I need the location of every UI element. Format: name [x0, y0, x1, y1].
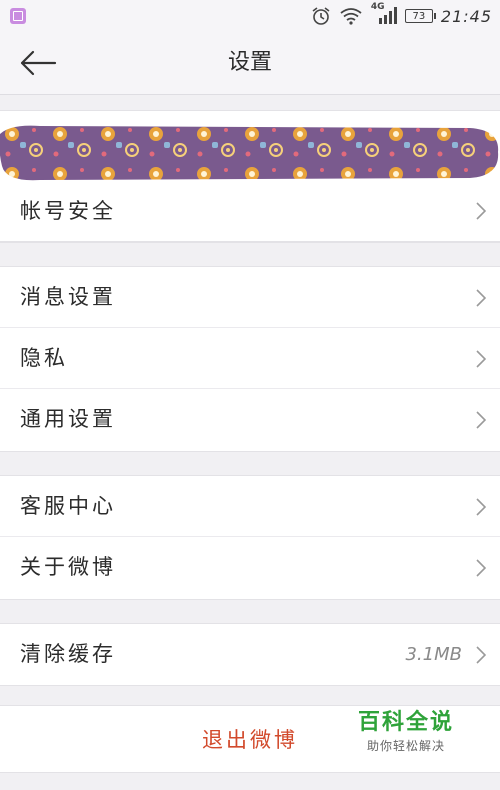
- settings-item-label: 通用设置: [20, 407, 116, 431]
- settings-item-message[interactable]: 消息设置: [0, 267, 500, 328]
- notification-group: 消息设置 隐私 通用设置: [0, 266, 500, 452]
- alarm-icon: [312, 7, 330, 25]
- cache-size: 3.1MB: [405, 644, 462, 665]
- watermark-title: 百科全说: [357, 710, 454, 735]
- chevron-right-icon: [476, 411, 486, 429]
- settings-item-label: 客服中心: [20, 494, 116, 518]
- chevron-right-icon: [476, 350, 486, 368]
- settings-item-customer-service[interactable]: 客服中心: [0, 476, 500, 537]
- back-arrow-icon: [20, 50, 57, 76]
- settings-item-label: 消息设置: [20, 285, 116, 309]
- signal-icon: [378, 7, 397, 24]
- chevron-right-icon: [476, 559, 486, 577]
- settings-item-label: 清除缓存: [20, 642, 116, 666]
- status-time: 21:45: [440, 6, 492, 26]
- header: 设置: [0, 32, 500, 95]
- settings-item-label: 隐私: [20, 346, 68, 370]
- page-title: 设置: [227, 50, 272, 75]
- logout-button[interactable]: 退出微博: [190, 720, 310, 760]
- status-icons: 4G 73 21:45: [311, 2, 492, 26]
- watermark-subtitle: 助你轻松解决: [366, 739, 445, 753]
- signal-indicator: 4G: [371, 2, 397, 26]
- status-bar: 4G 73 21:45: [0, 0, 500, 32]
- account-group-list: 帐号安全: [0, 182, 500, 242]
- settings-item-account-security[interactable]: 帐号安全: [0, 182, 500, 241]
- battery-icon: 73: [404, 9, 436, 23]
- profile-banner-image: [0, 125, 499, 181]
- support-group: 客服中心 关于微博: [0, 475, 500, 600]
- settings-item-label: 帐号安全: [20, 199, 116, 223]
- gallery-icon: [10, 8, 26, 24]
- chevron-right-icon: [476, 289, 486, 307]
- settings-item-general[interactable]: 通用设置: [0, 389, 500, 450]
- chevron-right-icon: [476, 202, 486, 220]
- settings-item-label: 关于微博: [20, 555, 116, 579]
- chevron-right-icon: [476, 498, 486, 516]
- settings-item-clear-cache[interactable]: 清除缓存 3.1MB: [0, 624, 500, 685]
- wifi-icon: [340, 8, 362, 25]
- watermark-logo: 百科全说 助你轻松解决: [344, 708, 468, 766]
- settings-item-privacy[interactable]: 隐私: [0, 328, 500, 389]
- chevron-right-icon: [476, 646, 486, 664]
- back-button[interactable]: [14, 44, 62, 82]
- cache-group: 清除缓存 3.1MB: [0, 623, 500, 686]
- settings-item-about[interactable]: 关于微博: [0, 537, 500, 598]
